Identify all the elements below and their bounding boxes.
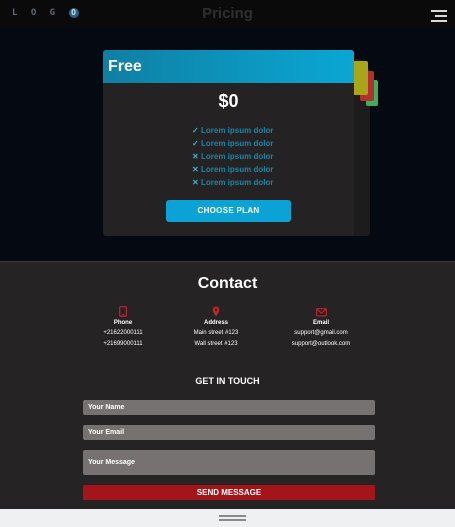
page-title: Pricing — [202, 5, 253, 22]
email-label: Email — [312, 320, 329, 326]
cross-icon: ✕ — [192, 152, 199, 161]
top-nav: L O G O Pricing — [0, 0, 455, 27]
check-icon: ✓ — [192, 139, 199, 148]
email-placeholder: Your Email — [88, 429, 125, 436]
contact-email: Email support@gmail.com support@outlook.… — [256, 304, 386, 347]
drag-handle-icon[interactable] — [219, 519, 246, 521]
drag-handle-icon[interactable] — [219, 515, 246, 517]
get-in-touch-title: GET IN TOUCH — [195, 376, 260, 386]
plan-name: Free — [108, 58, 142, 75]
feature-item: ✕ Lorem ipsum dolor — [192, 152, 274, 161]
contact-section: Contact Phone +21622000111 +21699000111 … — [0, 261, 455, 509]
envelope-icon — [256, 304, 386, 317]
cross-icon: ✕ — [192, 178, 199, 187]
feature-item: ✕ Lorem ipsum dolor — [192, 165, 274, 174]
plan-price: $0 — [218, 91, 239, 111]
pricing-card: Free $0 ✓ Lorem ipsum dolor ✓ Lorem ipsum … — [103, 50, 354, 236]
check-icon: ✓ — [192, 126, 199, 135]
email-value[interactable]: support@outlook.com — [256, 341, 386, 347]
cross-icon: ✕ — [192, 165, 199, 174]
feature-list: ✓ Lorem ipsum dolor ✓ Lorem ipsum dolor ✕ L… — [192, 124, 273, 189]
send-message-button[interactable]: SEND MESSAGE — [83, 485, 375, 500]
bottom-drag-bar[interactable] — [0, 509, 455, 527]
feature-item: ✕ Lorem ipsum dolor — [192, 178, 274, 187]
feature-item: ✓ Lorem ipsum dolor — [192, 126, 274, 135]
email-value[interactable]: support@gmail.com — [256, 330, 386, 336]
hamburger-menu-icon[interactable] — [431, 10, 447, 22]
choose-plan-button[interactable]: CHOOSE PLAN — [166, 200, 291, 222]
email-field[interactable]: Your Email — [83, 425, 375, 440]
message-field[interactable]: Your Message — [83, 450, 375, 475]
pricing-section: Free $0 ✓ Lorem ipsum dolor ✓ Lorem ipsum … — [0, 27, 455, 261]
message-placeholder: Your Message — [88, 459, 135, 466]
name-field[interactable]: Your Name — [83, 400, 375, 415]
contact-title: Contact — [197, 275, 258, 292]
card-header: Free — [103, 50, 354, 83]
feature-item: ✓ Lorem ipsum dolor — [192, 139, 274, 148]
name-placeholder: Your Name — [88, 404, 125, 411]
